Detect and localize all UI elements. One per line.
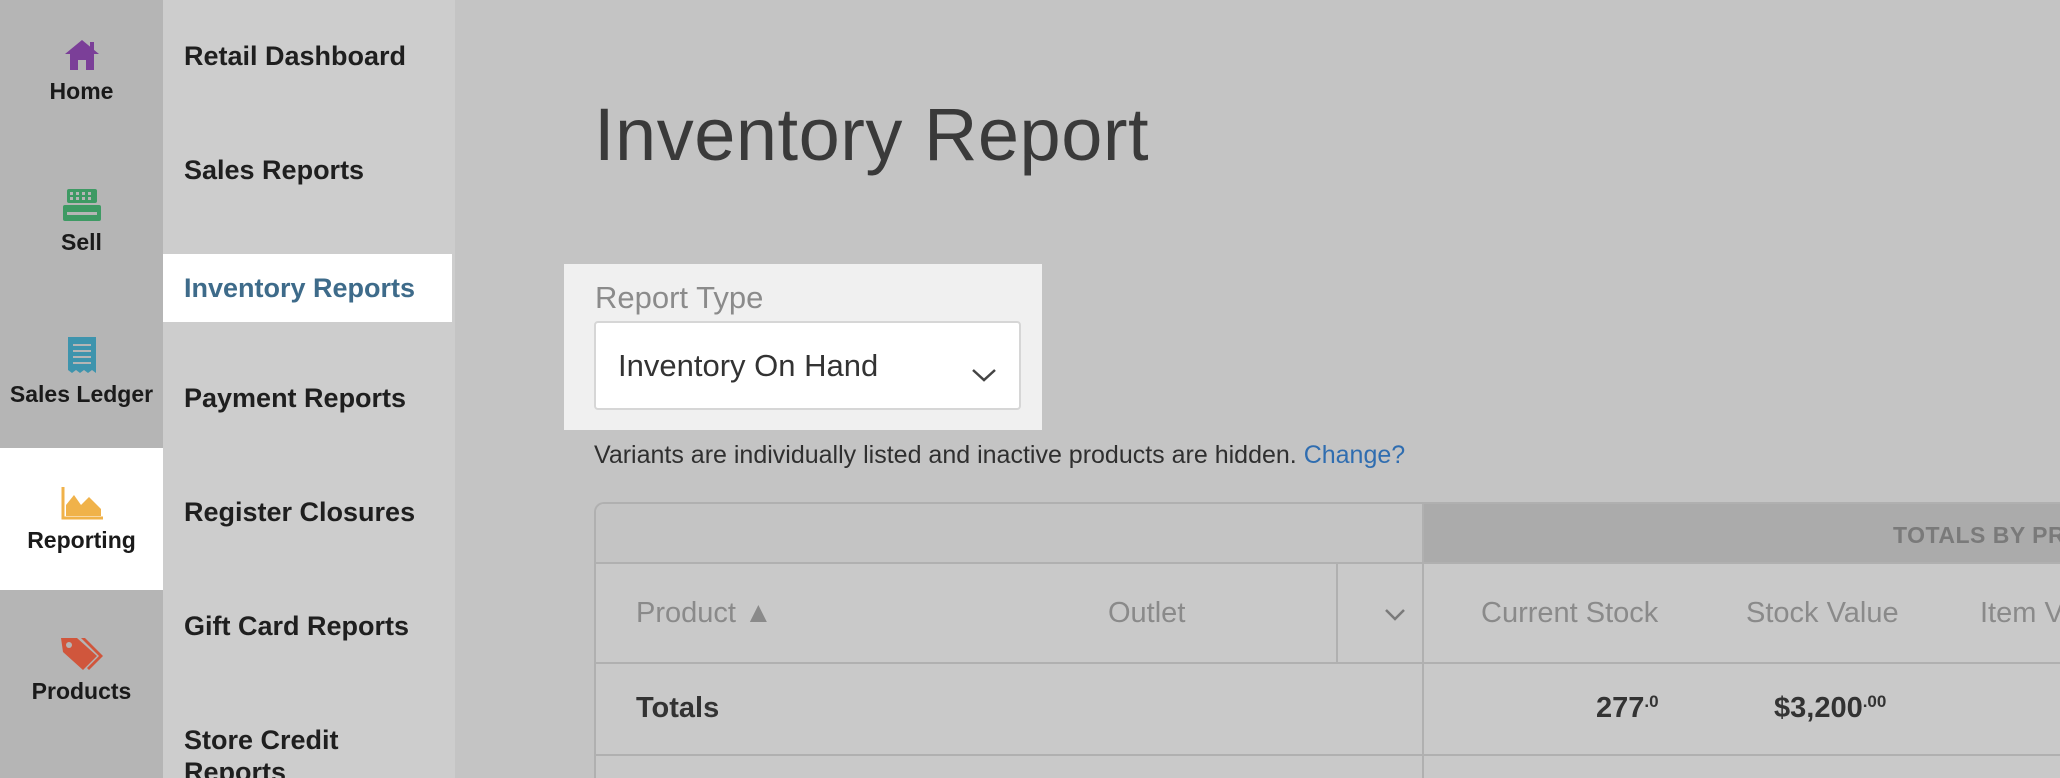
register-icon (61, 187, 103, 223)
subnav-item-store-credit-reports[interactable]: Store Credit Reports (163, 708, 413, 778)
table-group-header: TOTALS BY PR (1424, 504, 2060, 564)
rail-item-label: Products (31, 677, 132, 704)
subnav-item-retail-dashboard[interactable]: Retail Dashboard (163, 22, 452, 90)
report-type-panel: Report Type Inventory On Hand (564, 264, 1042, 430)
column-options-button[interactable] (1368, 564, 1422, 662)
table-group-header-empty (596, 504, 1424, 564)
subnav-item-inventory-reports[interactable]: Inventory Reports (163, 254, 452, 322)
inventory-table: TOTALS BY PR Product ▲ Outlet Current St… (594, 502, 2060, 778)
tags-icon (59, 634, 105, 672)
subnav-item-payment-reports[interactable]: Payment Reports (163, 364, 452, 432)
reporting-subnav: Retail Dashboard Sales Reports Inventory… (163, 0, 455, 778)
home-icon (63, 38, 101, 72)
table-row-totals: Totals 277.0 $3,200.00 (596, 664, 2060, 756)
column-divider (1422, 564, 1424, 662)
rail-item-reporting[interactable]: Reporting (0, 448, 163, 590)
rail-item-label: Reporting (27, 526, 136, 553)
totals-by-header: TOTALS BY PR (1893, 522, 2060, 548)
totals-label: Totals (636, 692, 720, 724)
rail-item-label: Sell (61, 228, 102, 255)
chevron-down-icon (971, 355, 997, 391)
column-header-outlet[interactable]: Outlet (1108, 564, 1185, 662)
chevron-down-icon (1384, 597, 1406, 630)
subnav-item-sales-reports[interactable]: Sales Reports (163, 136, 452, 204)
report-type-label: Report Type (595, 280, 764, 315)
report-type-select[interactable]: Inventory On Hand (594, 321, 1021, 410)
receipt-icon (65, 335, 99, 375)
variants-note: Variants are individually listed and ina… (594, 441, 1405, 470)
rail-item-sales-ledger[interactable]: Sales Ledger (0, 300, 163, 442)
subnav-item-gift-card-reports[interactable]: Gift Card Reports (163, 592, 452, 660)
column-divider (1336, 564, 1338, 662)
table-header-row: Product ▲ Outlet Current Stock Stock Val… (596, 564, 2060, 664)
chart-area-icon (59, 485, 105, 521)
rail-item-products[interactable]: Products (0, 598, 163, 740)
column-header-product[interactable]: Product ▲ (636, 564, 773, 662)
column-header-current-stock[interactable]: Current Stock (1481, 564, 1658, 662)
main-nav-rail: Home Sell Sales Ledger Reporting Product… (0, 0, 163, 778)
totals-current-stock: 277.0 (1596, 692, 1659, 724)
page-title: Inventory Report (594, 93, 1150, 176)
report-type-value: Inventory On Hand (618, 347, 879, 383)
column-header-stock-value[interactable]: Stock Value (1746, 564, 1899, 662)
subnav-item-register-closures[interactable]: Register Closures (163, 478, 452, 546)
rail-item-label: Sales Ledger (9, 380, 154, 407)
column-header-item-value[interactable]: Item V (1980, 564, 2060, 662)
change-link[interactable]: Change? (1304, 441, 1405, 469)
column-divider (1422, 756, 1424, 778)
column-divider (1422, 664, 1424, 756)
rail-item-label: Home (49, 77, 114, 104)
totals-stock-value: $3,200.00 (1774, 692, 1887, 724)
rail-item-home[interactable]: Home (0, 0, 163, 142)
variants-note-text: Variants are individually listed and ina… (594, 441, 1297, 469)
rail-item-sell[interactable]: Sell (0, 150, 163, 292)
